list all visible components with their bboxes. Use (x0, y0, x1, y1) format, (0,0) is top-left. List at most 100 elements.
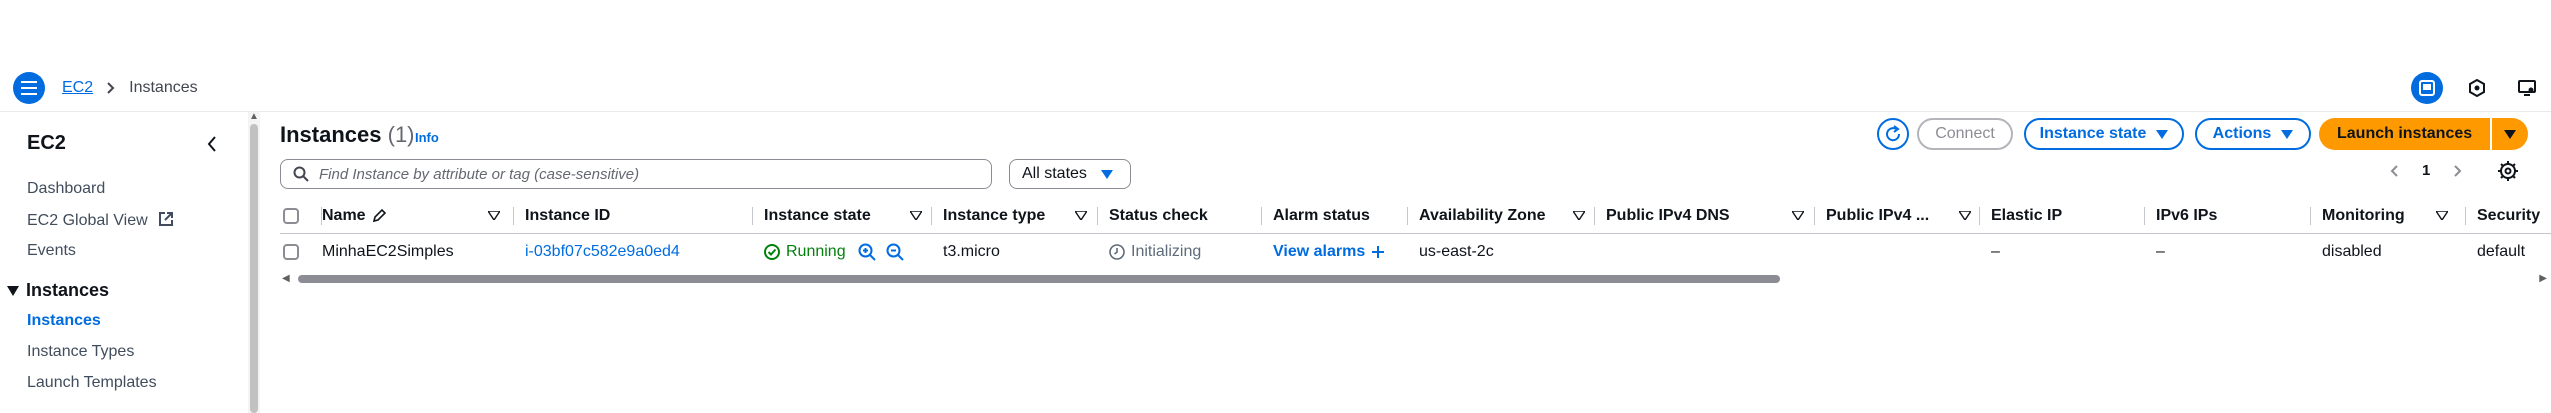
scrollbar-thumb[interactable] (250, 124, 258, 413)
launch-instances-button[interactable]: Launch instances (2319, 118, 2491, 150)
zoom-in-icon[interactable] (858, 243, 876, 261)
column-header-ipv6-ips[interactable]: IPv6 IPs (2146, 198, 2311, 234)
column-header-public-ipv4-dns[interactable]: Public IPv4 DNS (1596, 198, 1815, 234)
breadcrumb-ec2-link[interactable]: EC2 (62, 79, 93, 97)
sidebar-item-events[interactable]: Events (27, 242, 76, 260)
column-header-monitoring[interactable]: Monitoring (2312, 198, 2466, 234)
collapse-sidebar-icon[interactable] (202, 132, 222, 156)
column-header-public-ipv4[interactable]: Public IPv4 ... (1816, 198, 1980, 234)
cell-ipv6-ips: – (2156, 243, 2165, 260)
page-title-text: Instances (280, 122, 382, 147)
column-header-instance-id[interactable]: Instance ID (515, 198, 753, 234)
actions-label: Actions (2212, 125, 2272, 142)
settings-hex-icon[interactable] (2461, 72, 2493, 104)
column-header-security[interactable]: Security (2467, 198, 2551, 234)
refresh-icon[interactable] (1877, 118, 1909, 150)
column-label: Status check (1109, 207, 1208, 224)
row-checkbox[interactable] (283, 244, 299, 260)
select-all-checkbox[interactable] (283, 208, 299, 224)
table-horizontal-scrollbar[interactable]: ◀ ▶ (280, 272, 2551, 286)
sidebar-item-ec2-global-view[interactable]: EC2 Global View (27, 211, 174, 232)
column-header-instance-type[interactable]: Instance type (933, 198, 1098, 234)
scrollbar-thumb[interactable] (298, 275, 1780, 283)
launch-instances-split-button: Launch instances (2319, 118, 2529, 150)
view-alarms-label: View alarms (1273, 243, 1366, 260)
chevron-left-icon[interactable] (2390, 164, 2398, 177)
status-check-text: Initializing (1131, 243, 1202, 260)
column-header-availability-zone[interactable]: Availability Zone (1409, 198, 1595, 234)
sort-caret-icon (910, 211, 922, 220)
column-label: Public IPv4 DNS (1606, 207, 1730, 224)
instance-state-label: Instance state (2039, 125, 2147, 142)
sidebar-scrollbar[interactable]: ▲ (248, 112, 260, 413)
column-label: Alarm status (1273, 207, 1370, 224)
cell-instance-state: Running (764, 234, 904, 270)
caret-down-icon (1100, 169, 1113, 179)
sidebar-item-dashboard[interactable]: Dashboard (27, 180, 105, 198)
pagination: 1 (2390, 162, 2462, 179)
sidebar-item-instances[interactable]: Instances (27, 312, 101, 330)
column-label: Public IPv4 ... (1826, 207, 1930, 224)
row-checkbox-cell (283, 234, 299, 270)
state-text: Running (786, 243, 846, 260)
column-label: Instance type (943, 207, 1046, 224)
caret-down-icon (2156, 129, 2169, 139)
connect-button[interactable]: Connect (1917, 118, 2013, 150)
sort-caret-icon (2436, 211, 2448, 220)
column-label: Name (322, 207, 366, 224)
chevron-right-icon (107, 82, 115, 94)
sidebar-item-instance-types[interactable]: Instance Types (27, 343, 134, 361)
column-label: Security (2477, 207, 2541, 224)
menu-icon[interactable] (13, 72, 45, 104)
instance-state-button[interactable]: Instance state (2024, 118, 2184, 150)
column-header-instance-state[interactable]: Instance state (754, 198, 932, 234)
table-row[interactable]: MinhaEC2Simples i-03bf07c582e9a0ed4 Runn… (280, 234, 2551, 270)
caret-down-icon (7, 285, 19, 296)
breadcrumb: EC2 Instances (62, 79, 198, 97)
zoom-out-icon[interactable] (886, 243, 904, 261)
column-label: Instance state (764, 207, 871, 224)
instance-id-link[interactable]: i-03bf07c582e9a0ed4 (525, 234, 680, 270)
instance-count: (1) (387, 122, 415, 147)
top-navigation-bar: EC2 Instances (0, 64, 2551, 112)
sidebar-item-label: EC2 Global View (27, 212, 148, 229)
scroll-up-icon[interactable]: ▲ (249, 112, 259, 122)
sort-caret-icon (488, 211, 500, 220)
view-alarms-link[interactable]: View alarms (1273, 234, 1385, 270)
chevron-right-icon[interactable] (2454, 164, 2462, 177)
clock-icon (1109, 244, 1125, 260)
launch-dropdown-icon[interactable] (2490, 118, 2529, 150)
sidebar-item-launch-templates[interactable]: Launch Templates (27, 374, 157, 392)
column-header-elastic-ip[interactable]: Elastic IP (1981, 198, 2145, 234)
instances-panel: Instances (1) Info Connect Instance stat… (262, 112, 2551, 413)
page-title: Instances (1) (280, 122, 415, 148)
search-input[interactable] (319, 165, 959, 183)
display-settings-icon[interactable] (2511, 72, 2543, 104)
cell-status-check: Initializing (1109, 234, 1201, 270)
info-link[interactable]: Info (415, 130, 439, 145)
sidebar-title: EC2 (27, 132, 66, 154)
state-filter-select[interactable]: All states (1009, 159, 1131, 189)
select-all-cell (280, 198, 322, 234)
cell-availability-zone: us-east-2c (1419, 243, 1494, 260)
sidebar-section-instances[interactable]: Instances (6, 280, 109, 301)
sort-caret-icon (1959, 211, 1971, 220)
scroll-left-icon[interactable]: ◀ (282, 273, 290, 284)
cell-instance-type: t3.micro (943, 243, 1000, 260)
table-header: Name Instance ID Instance state Instance… (280, 198, 2551, 234)
plus-icon (1372, 246, 1385, 258)
check-circle-icon (764, 244, 780, 260)
column-label: Elastic IP (1991, 207, 2063, 224)
column-label: IPv6 IPs (2156, 207, 2218, 224)
column-header-status-check[interactable]: Status check (1099, 198, 1262, 234)
actions-button[interactable]: Actions (2195, 118, 2311, 150)
column-header-alarm-status[interactable]: Alarm status (1263, 198, 1408, 234)
sort-caret-icon (1075, 211, 1087, 220)
column-label: Monitoring (2322, 207, 2405, 224)
gear-icon[interactable] (2497, 160, 2519, 187)
column-header-name[interactable]: Name (322, 198, 514, 234)
page-number[interactable]: 1 (2422, 162, 2430, 179)
search-icon (293, 166, 309, 182)
panel-toggle-icon[interactable] (2411, 72, 2443, 104)
scroll-right-icon[interactable]: ▶ (2539, 273, 2547, 284)
